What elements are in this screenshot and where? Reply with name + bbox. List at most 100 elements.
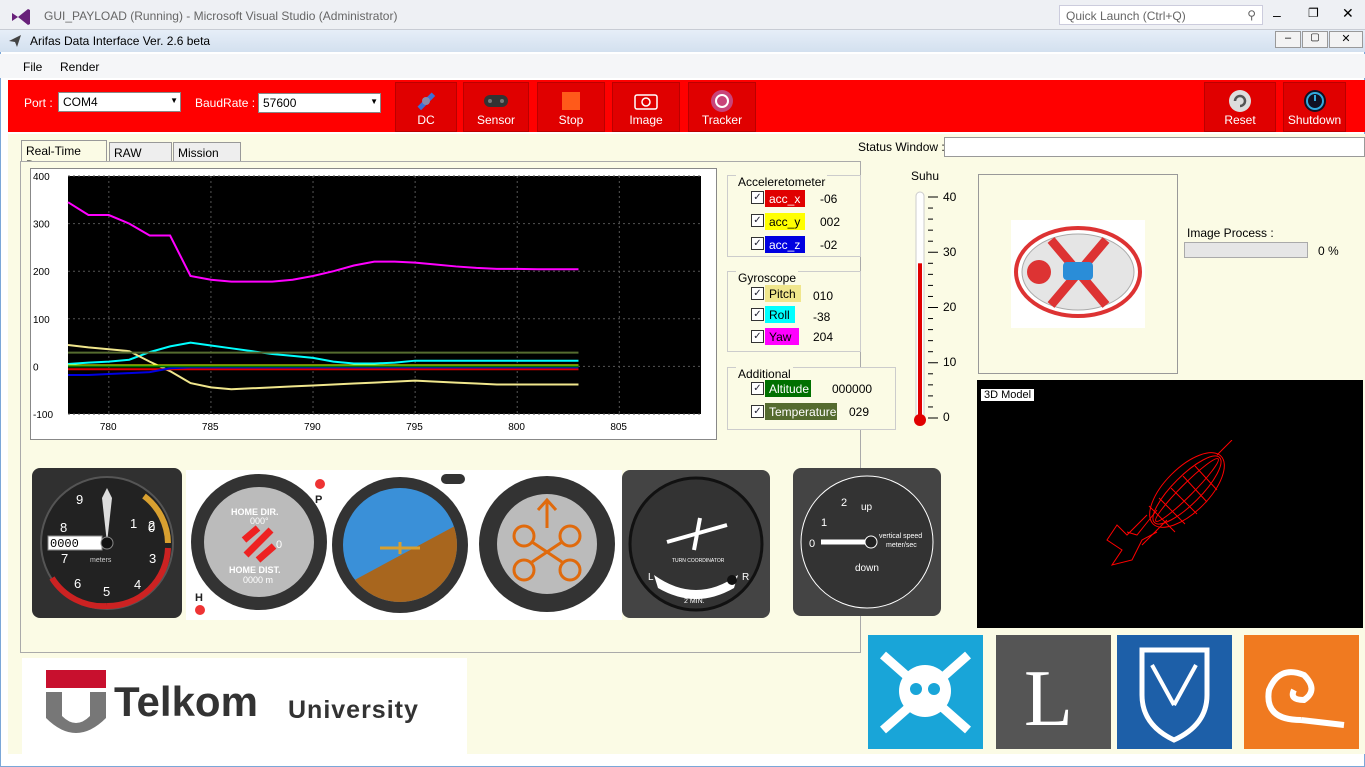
stop-icon <box>562 92 580 110</box>
temperature-checkbox[interactable]: ✓ <box>751 405 764 418</box>
h-indicator: H <box>195 592 203 604</box>
satellite-icon <box>417 92 436 111</box>
baudrate-select[interactable]: 57600 ▼ <box>258 93 381 113</box>
leaf-symbol-icon <box>1265 669 1345 728</box>
alt-mark-2: 2 <box>148 518 155 533</box>
paper-plane-icon <box>9 35 21 47</box>
vs-minimize-button[interactable]: – <box>1273 7 1281 23</box>
altitude-value: 000000 <box>832 382 873 396</box>
vs-mark-0: 0 <box>809 538 815 550</box>
reset-button[interactable]: Reset <box>1204 82 1276 132</box>
status-window-input[interactable] <box>944 137 1365 157</box>
roll-label: Roll <box>765 306 795 323</box>
home-zero-label: 0 <box>276 539 282 551</box>
accelerometer-group: Acceleretometer ✓ acc_x -06 ✓ acc_y 002 … <box>727 175 861 257</box>
turn-r-label: R <box>742 572 749 583</box>
pitch-checkbox[interactable]: ✓ <box>751 287 764 300</box>
baudrate-label: BaudRate : <box>195 96 256 110</box>
image-process-progressbar <box>1184 242 1308 258</box>
turn-coordinator-gauge: TURN COORDINATOR L R 2 MIN. <box>622 470 770 618</box>
chevron-down-icon: ▼ <box>370 97 378 106</box>
chart-ytick-label: 200 <box>33 267 50 278</box>
yaw-checkbox[interactable]: ✓ <box>751 330 764 343</box>
image-process-label: Image Process : <box>1187 226 1274 240</box>
reset-label: Reset <box>1224 113 1256 127</box>
gyroscope-title: Gyroscope <box>736 271 799 285</box>
stop-button[interactable]: Stop <box>537 82 605 132</box>
navigation-gauges-strip: HOME DIR. 000° 0 HOME DIST. 0000 m P H <box>186 470 622 620</box>
app-restore-button[interactable]: ▢ <box>1302 31 1328 48</box>
acc-y-checkbox[interactable]: ✓ <box>751 214 764 227</box>
model3d-label: 3D Model <box>981 389 1035 401</box>
thermo-tick-30: 30 <box>943 245 957 259</box>
one-piece-tile[interactable] <box>868 635 983 749</box>
chevron-down-icon: ▼ <box>170 96 178 105</box>
thermo-tick-20: 20 <box>943 300 957 314</box>
tab-raw[interactable]: RAW Data <box>109 142 172 174</box>
pitch-label: Pitch <box>765 285 801 302</box>
alt-mark-8: 8 <box>60 520 67 535</box>
port-label: Port : <box>24 96 53 110</box>
vs-close-button[interactable]: ✕ <box>1342 5 1354 22</box>
telkom-emblem-icon <box>46 670 106 733</box>
acc-z-checkbox[interactable]: ✓ <box>751 237 764 250</box>
thermo-tick-10: 10 <box>943 355 957 369</box>
tracker-icon <box>711 90 733 112</box>
image-button[interactable]: Image <box>612 82 680 132</box>
chart-plot-area <box>68 176 701 414</box>
roll-checkbox[interactable]: ✓ <box>751 308 764 321</box>
menubar: File Render <box>0 54 1365 78</box>
roll-value: -38 <box>813 310 831 324</box>
port-select[interactable]: COM4 ▼ <box>58 92 181 112</box>
acc-x-checkbox[interactable]: ✓ <box>751 191 764 204</box>
altitude-label: Altitude <box>765 380 811 397</box>
tab-map[interactable]: Mission Map <box>173 142 241 174</box>
altimeter-unit: meters <box>90 557 112 564</box>
chart-xtick-label: 780 <box>100 422 117 433</box>
vs-up-label: up <box>861 502 873 513</box>
tracker-label: Tracker <box>701 113 743 127</box>
p-indicator: P <box>315 494 322 506</box>
wings-shield-icon <box>1139 647 1210 743</box>
vs-label-1: vertical speed <box>879 533 922 540</box>
sensor-button[interactable]: Sensor <box>463 82 529 132</box>
tab-realtime[interactable]: Real-Time Data <box>21 140 107 172</box>
shutdown-button[interactable]: Shutdown <box>1283 82 1346 132</box>
naruto-tile[interactable] <box>1244 635 1359 749</box>
thermometer-level <box>918 263 922 422</box>
app-minimize-button[interactable]: – <box>1275 31 1301 48</box>
attack-on-titan-tile[interactable] <box>1117 635 1232 749</box>
additional-group: Additional ✓ Altitude 000000 ✓ Temperatu… <box>727 367 896 430</box>
dc-button[interactable]: DC <box>395 82 457 132</box>
vertical-speed-gauge: up down vertical speed meter/sec 0 1 2 <box>793 468 941 616</box>
tracker-button[interactable]: Tracker <box>688 82 756 132</box>
alt-mark-5: 5 <box>103 584 110 599</box>
suhu-title: Suhu <box>911 169 940 183</box>
yaw-label: Yaw <box>765 328 799 345</box>
vs-restore-button[interactable]: ❐ <box>1308 6 1319 20</box>
chart-xtick-label: 790 <box>304 422 321 433</box>
app-close-button[interactable]: ✕ <box>1329 31 1363 48</box>
menu-file[interactable]: File <box>23 60 42 74</box>
camera-icon <box>634 94 658 110</box>
image-process-value: 0 % <box>1318 244 1339 258</box>
vs-label-2: meter/sec <box>886 542 917 549</box>
quick-launch-input[interactable]: Quick Launch (Ctrl+Q) ⚲ <box>1059 5 1263 25</box>
vs-mark-2: 2 <box>841 497 847 509</box>
telkom-logo: Telkom University <box>22 658 467 754</box>
altitude-checkbox[interactable]: ✓ <box>751 382 764 395</box>
alt-mark-9: 9 <box>76 492 83 507</box>
dc-label: DC <box>417 113 435 127</box>
altimeter-digits: 0000 <box>50 537 79 551</box>
chart-ytick-label: -100 <box>33 410 53 421</box>
turn-min-label: 2 MIN. <box>684 598 705 605</box>
gyroscope-group: Gyroscope ✓ Pitch 010 ✓ Roll -38 ✓ Yaw 2… <box>727 271 861 352</box>
menu-render[interactable]: Render <box>60 60 99 74</box>
pitch-value: 010 <box>813 289 834 303</box>
rocket-wireframe-icon <box>1106 440 1233 566</box>
death-note-tile[interactable]: L <box>996 635 1111 749</box>
acc-x-value: -06 <box>820 192 838 206</box>
chart-ytick-label: 300 <box>33 220 50 231</box>
shutdown-label: Shutdown <box>1287 113 1342 127</box>
yaw-value: 204 <box>813 330 834 344</box>
